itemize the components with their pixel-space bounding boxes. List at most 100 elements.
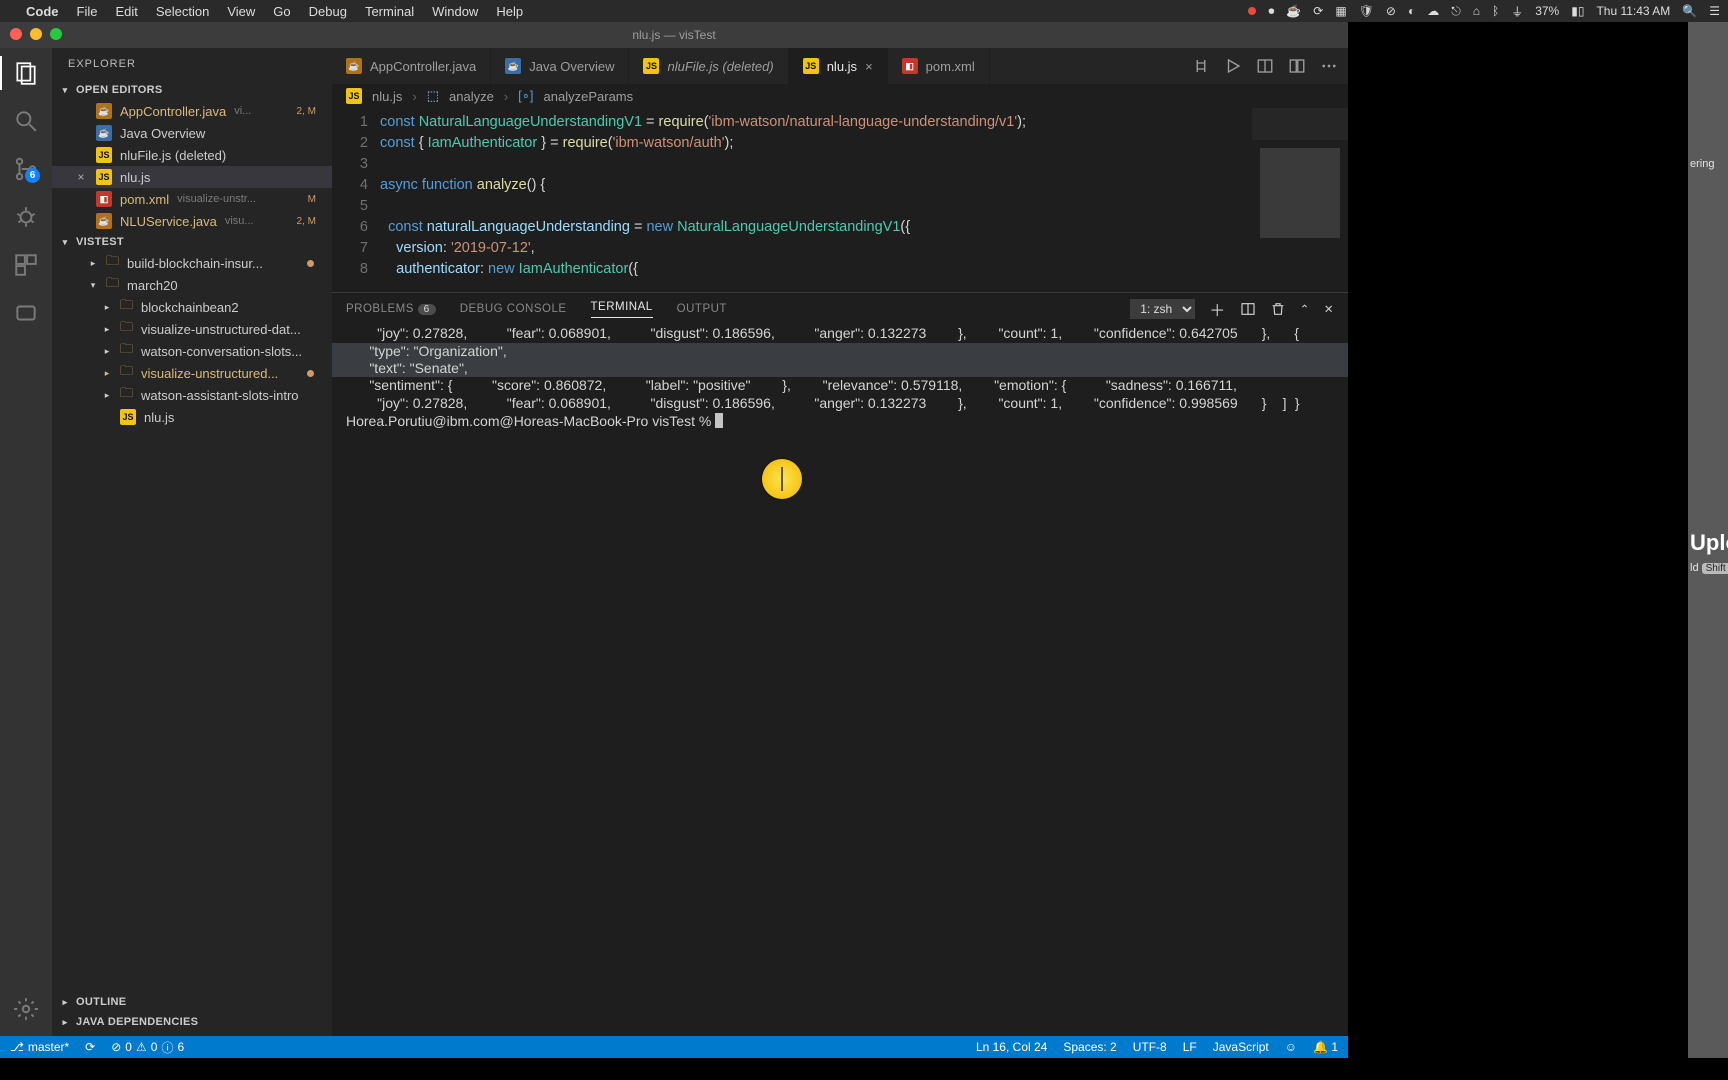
diagnostics[interactable]: ⊘ 0 ⚠ 0 ⓘ 6 [111, 1039, 184, 1056]
split-preview-icon[interactable] [1256, 57, 1274, 75]
kill-terminal-icon[interactable] [1270, 301, 1286, 317]
live-share-icon[interactable] [13, 300, 39, 326]
folder-item[interactable]: ▸🗀watson-conversation-slots... [52, 340, 332, 362]
mac-menu-file[interactable]: File [77, 4, 98, 19]
menu-extra-icon[interactable]: ☁ [1427, 4, 1439, 18]
search-icon[interactable] [13, 108, 39, 134]
editor-tab[interactable]: JSnluFile.js (deleted) [629, 48, 788, 84]
terminal-scrollbar[interactable] [332, 916, 1348, 1036]
menu-extra-icon[interactable]: ⌂ [1473, 4, 1480, 18]
more-icon[interactable] [1320, 57, 1338, 75]
breadcrumb[interactable]: JS nlu.js › ⬚ analyze › [∘] analyzeParam… [332, 84, 1348, 108]
feedback-icon[interactable]: ☺ [1285, 1040, 1297, 1054]
close-window-button[interactable] [10, 28, 22, 40]
minimize-window-button[interactable] [30, 28, 42, 40]
open-editor-item[interactable]: ☕NLUService.javavisu...2, M [52, 210, 332, 232]
folder-item[interactable]: ▸🗀build-blockchain-insur... [52, 252, 332, 274]
maximize-panel-icon[interactable]: ⌃ [1300, 302, 1310, 316]
folder-item[interactable]: ▸🗀visualize-unstructured... [52, 362, 332, 384]
sync-icon[interactable]: ⟳ [85, 1040, 95, 1054]
split-terminal-icon[interactable] [1240, 301, 1256, 317]
mac-menu-help[interactable]: Help [496, 4, 523, 19]
mac-menu-go[interactable]: Go [273, 4, 290, 19]
open-editor-item[interactable]: ◧pom.xmlvisualize-unstr...M [52, 188, 332, 210]
eol[interactable]: LF [1183, 1040, 1197, 1054]
mac-menu-edit[interactable]: Edit [115, 4, 137, 19]
split-editor-icon[interactable] [1288, 57, 1306, 75]
debug-icon[interactable] [13, 204, 39, 230]
editor-tab[interactable]: ☕Java Overview [491, 48, 629, 84]
search-icon[interactable]: 🔍 [1682, 4, 1697, 18]
file-item[interactable]: JSnlu.js [52, 406, 332, 428]
close-icon[interactable]: × [865, 59, 873, 74]
outline-header[interactable]: ▸ OUTLINE [52, 992, 332, 1012]
terminal-prompt[interactable]: Horea.Porutiu@ibm.com@Horeas-MacBook-Pro… [346, 413, 723, 429]
close-icon[interactable]: × [74, 170, 88, 184]
editor-tab[interactable]: JSnlu.js× [789, 48, 888, 84]
encoding[interactable]: UTF-8 [1133, 1040, 1167, 1054]
panel-tab-output[interactable]: OUTPUT [677, 303, 727, 315]
mac-menu-terminal[interactable]: Terminal [365, 4, 414, 19]
menu-extra-icon[interactable]: ⎋ [1451, 4, 1461, 19]
folder-item[interactable]: ▸🗀blockchainbean2 [52, 296, 332, 318]
control-center-icon[interactable]: ☰ [1709, 4, 1720, 18]
run-icon[interactable] [1224, 57, 1242, 75]
menu-extra-icon[interactable]: ⊘ [1386, 4, 1396, 18]
open-editor-item[interactable]: ☕AppController.javavi...2, M [52, 100, 332, 122]
terminal[interactable]: "joy": 0.27828, "fear": 0.068901, "disgu… [332, 325, 1348, 916]
extensions-icon[interactable] [13, 252, 39, 278]
menu-extra-icon[interactable]: ▦ [1335, 4, 1346, 18]
titlebar[interactable]: nlu.js — visTest [0, 22, 1348, 48]
git-branch[interactable]: ⎇ master* [10, 1040, 69, 1054]
panel-tabbar: PROBLEMS 6 DEBUG CONSOLE TERMINAL OUTPUT… [332, 293, 1348, 325]
menu-extra-icon[interactable]: ◐ [1408, 4, 1415, 18]
open-editor-item[interactable]: ☕Java Overview [52, 122, 332, 144]
open-editor-item[interactable]: ×JSnlu.js [52, 166, 332, 188]
battery-text[interactable]: 37% [1535, 4, 1559, 18]
window-title: nlu.js — visTest [632, 28, 715, 42]
workspace-header[interactable]: ▾ VISTEST [52, 232, 332, 252]
cursor-position[interactable]: Ln 16, Col 24 [976, 1040, 1047, 1054]
wifi-icon[interactable]: ⏚ [1511, 3, 1523, 20]
folder-item[interactable]: ▾🗀march20 [52, 274, 332, 296]
menu-extra-icon[interactable]: ☕ [1286, 4, 1301, 18]
mac-menu-view[interactable]: View [227, 4, 255, 19]
mac-menu-selection[interactable]: Selection [156, 4, 209, 19]
folder-item[interactable]: ▸🗀watson-assistant-slots-intro [52, 384, 332, 406]
bluetooth-icon[interactable]: ᛒ [1492, 4, 1499, 18]
panel-tab-debug[interactable]: DEBUG CONSOLE [460, 303, 567, 315]
new-terminal-icon[interactable]: ＋ [1209, 297, 1226, 321]
explorer-icon[interactable] [13, 60, 39, 86]
mac-app-name[interactable]: Code [26, 4, 59, 19]
activity-bar: 6 [0, 48, 52, 1036]
open-editors-header[interactable]: ▾ OPEN EDITORS [52, 80, 332, 100]
open-editor-item[interactable]: JSnluFile.js (deleted) [52, 144, 332, 166]
indentation[interactable]: Spaces: 2 [1063, 1040, 1116, 1054]
compare-changes-icon[interactable] [1192, 57, 1210, 75]
mac-menu-window[interactable]: Window [432, 4, 478, 19]
menu-extra-icon[interactable]: ⏺ [1268, 4, 1274, 19]
terminal-picker[interactable]: 1: zsh [1130, 299, 1195, 319]
editor-tab[interactable]: ◧pom.xml [888, 48, 990, 84]
folder-item[interactable]: ▸🗀visualize-unstructured-dat... [52, 318, 332, 340]
clock[interactable]: Thu 11:43 AM [1596, 4, 1670, 18]
notifications-icon[interactable]: 🔔 1 [1313, 1040, 1338, 1054]
java-deps-header[interactable]: ▸ JAVA DEPENDENCIES [52, 1012, 332, 1032]
panel-tab-problems[interactable]: PROBLEMS 6 [346, 303, 436, 315]
menu-extra-icon[interactable]: 🛡 [1359, 4, 1374, 18]
close-panel-icon[interactable]: ✕ [1324, 302, 1334, 316]
code-area[interactable]: const NaturalLanguageUnderstandingV1 = r… [380, 108, 1252, 292]
gear-icon[interactable] [13, 996, 39, 1022]
editor-tab[interactable]: ☕AppController.java [332, 48, 491, 84]
language-mode[interactable]: JavaScript [1213, 1040, 1269, 1054]
panel-tab-terminal[interactable]: TERMINAL [591, 301, 653, 318]
mac-menu-debug[interactable]: Debug [309, 4, 347, 19]
code-editor[interactable]: 12345678 const NaturalLanguageUnderstand… [332, 108, 1348, 292]
minimap[interactable] [1252, 108, 1348, 292]
window-controls [10, 28, 62, 40]
menu-extra-record-icon[interactable] [1248, 7, 1256, 15]
source-control-icon[interactable]: 6 [13, 156, 39, 182]
menu-extra-icon[interactable]: ⟳ [1313, 4, 1323, 18]
zoom-window-button[interactable] [50, 28, 62, 40]
battery-icon[interactable]: ▮▯ [1571, 4, 1584, 18]
